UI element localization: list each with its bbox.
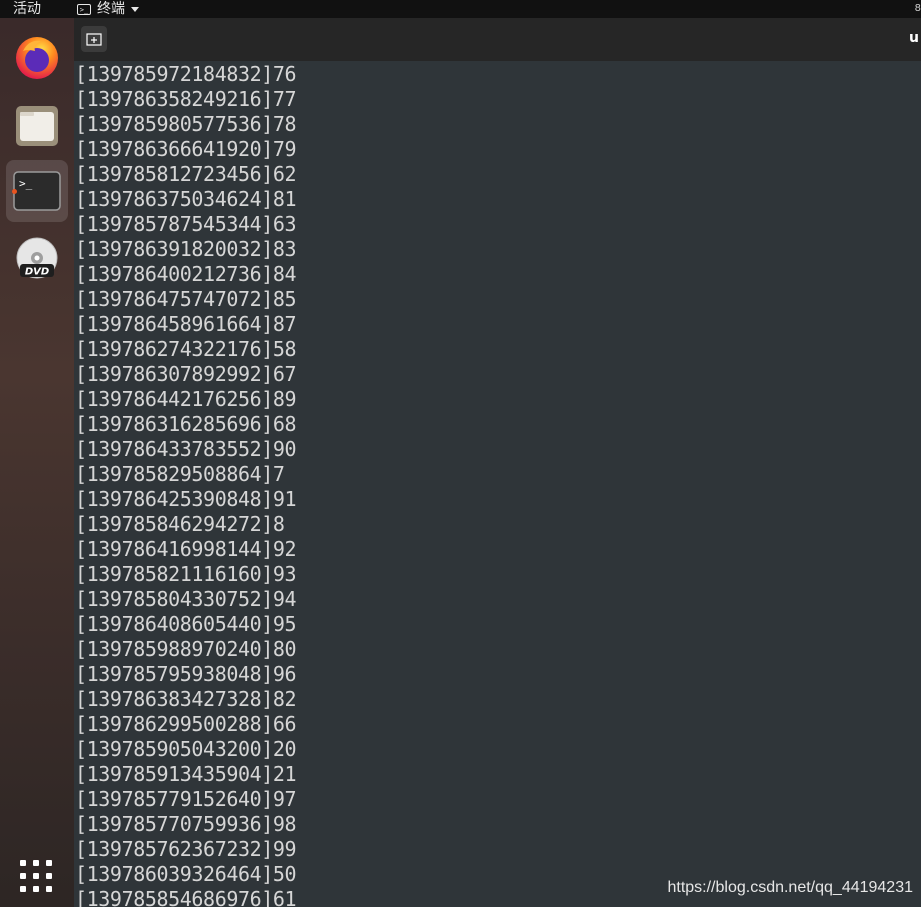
terminal-line: [139786425390848]91: [75, 487, 297, 511]
dvd-icon: DVD: [16, 237, 58, 279]
dock-item-firefox[interactable]: [6, 26, 68, 88]
terminal-line: [139786307892992]67: [75, 362, 297, 386]
svg-text:DVD: DVD: [25, 267, 49, 278]
terminal-line: [139785854686976]61: [75, 887, 297, 907]
terminal-line: [139786383427328]82: [75, 687, 297, 711]
terminal-line: [139785988970240]80: [75, 637, 297, 661]
terminal-icon: >_: [13, 171, 61, 211]
files-icon: [16, 106, 58, 146]
terminal-line: [139786316285696]68: [75, 412, 297, 436]
terminal-line: [139785804330752]94: [75, 587, 297, 611]
terminal-line: [139786400212736]84: [75, 262, 297, 286]
terminal-line: [139786475747072]85: [75, 287, 297, 311]
terminal-line: [139785972184832]76: [75, 62, 297, 86]
terminal-line: [139785770759936]98: [75, 812, 297, 836]
terminal-line: [139786416998144]92: [75, 537, 297, 561]
terminal-line: [139785812723456]62: [75, 162, 297, 186]
terminal-line: [139786366641920]79: [75, 137, 297, 161]
terminal-line: [139786433783552]90: [75, 437, 297, 461]
terminal-line: [139786299500288]66: [75, 712, 297, 736]
top-bar-clipped-indicator: 8: [914, 3, 921, 14]
terminal-line: [139786408605440]95: [75, 612, 297, 636]
terminal-line: [139786442176256]89: [75, 387, 297, 411]
window-title: u: [909, 30, 919, 46]
terminal-line: [139785829508864]7: [75, 462, 285, 486]
terminal-line: [139785779152640]97: [75, 787, 297, 811]
app-menu-label: 终端: [97, 1, 125, 17]
top-bar: 活动 >_ 终端 8: [0, 0, 921, 18]
terminal-line: [139785795938048]96: [75, 662, 297, 686]
terminal-line: [139785905043200]20: [75, 737, 297, 761]
firefox-icon: [16, 37, 58, 79]
terminal-line: [139785980577536]78: [75, 112, 297, 136]
terminal-output[interactable]: [139785972184832]76 [139786358249216]77 [1…: [74, 61, 921, 907]
running-indicator: [12, 189, 17, 194]
terminal-line: [139786458961664]87: [75, 312, 297, 336]
terminal-line: [139785913435904]21: [75, 762, 297, 786]
terminal-line: [139785787545344]63: [75, 212, 297, 236]
new-tab-button[interactable]: [81, 26, 107, 52]
terminal-line: [139786391820032]83: [75, 237, 297, 261]
dock-item-files[interactable]: [6, 94, 68, 156]
terminal-line: [139785846294272]8: [75, 512, 285, 536]
terminal-line: [139785821116160]93: [75, 562, 297, 586]
dock-item-terminal[interactable]: >_: [6, 160, 68, 222]
show-applications-icon[interactable]: [20, 860, 54, 894]
activities-button[interactable]: 活动: [13, 0, 41, 18]
terminal-line: [139785762367232]99: [75, 837, 297, 861]
app-menu[interactable]: >_ 终端: [77, 0, 139, 18]
terminal-line: [139786358249216]77: [75, 87, 297, 111]
dock: >_ DVD: [0, 18, 74, 907]
terminal-line: [139786375034624]81: [75, 187, 297, 211]
new-tab-icon: [86, 33, 102, 46]
chevron-down-icon: [131, 6, 139, 12]
dock-item-dvd[interactable]: DVD: [6, 228, 68, 290]
terminal-app-icon: >_: [77, 3, 91, 15]
terminal-line: [139786039326464]50: [75, 862, 297, 886]
terminal-line: [139786274322176]58: [75, 337, 297, 361]
svg-text:>_: >_: [19, 177, 33, 190]
terminal-header-bar: u: [74, 18, 921, 61]
watermark-url: https://blog.csdn.net/qq_44194231: [667, 879, 913, 896]
